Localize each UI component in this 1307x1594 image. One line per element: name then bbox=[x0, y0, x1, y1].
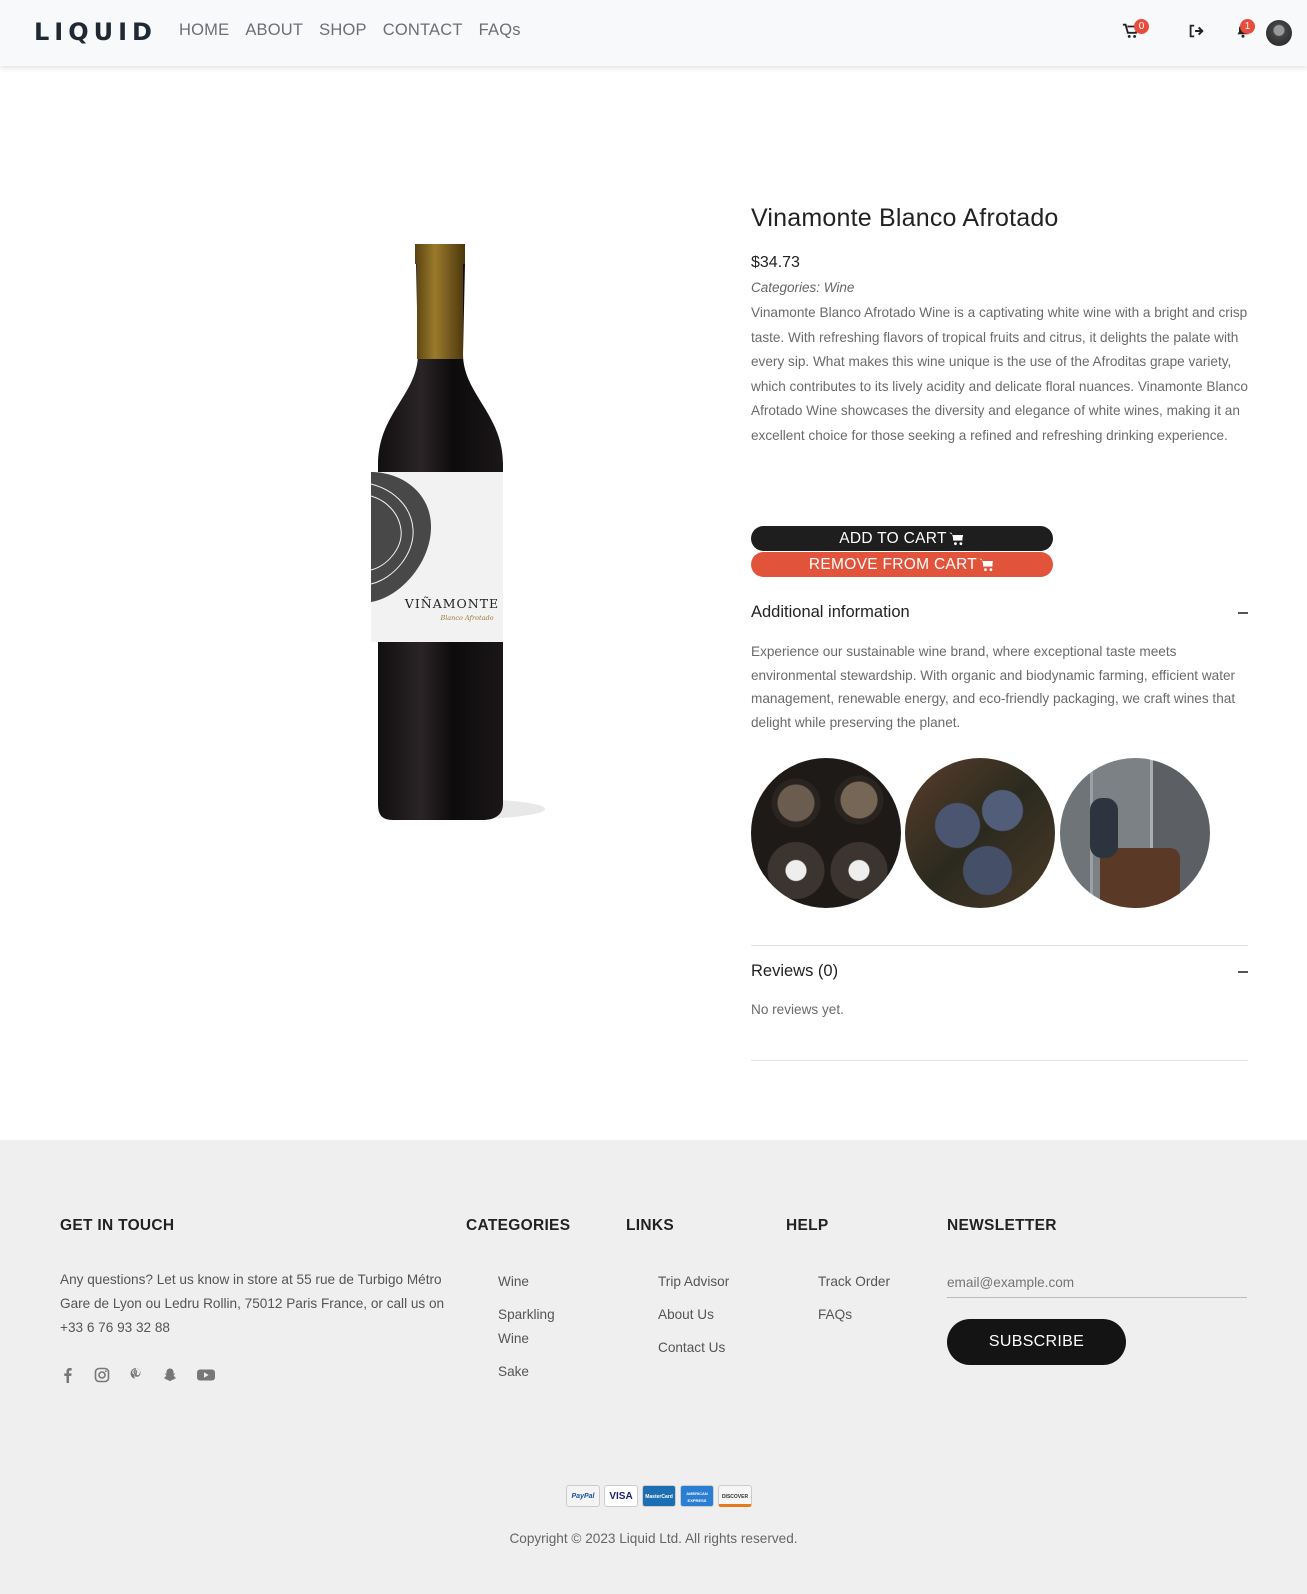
footer-link-sake[interactable]: Sake bbox=[498, 1360, 588, 1384]
product-image: VIÑAMONTE Blanco Afrotado bbox=[355, 244, 555, 844]
label-sub: Blanco Afrotado bbox=[439, 614, 493, 622]
visa-icon: VISA bbox=[604, 1485, 638, 1507]
instagram-icon[interactable] bbox=[94, 1367, 110, 1383]
pinterest-icon[interactable] bbox=[128, 1367, 144, 1383]
winemakers-image bbox=[1060, 758, 1210, 908]
label-brand: VIÑAMONTE bbox=[404, 596, 499, 611]
newsletter-email-input[interactable] bbox=[947, 1268, 1247, 1298]
amex-icon: AMERICAN EXPRESS bbox=[680, 1485, 714, 1507]
barrels-image bbox=[751, 758, 901, 908]
product-title: Vinamonte Blanco Afrotado bbox=[751, 204, 1059, 232]
logo[interactable]: LIQUID bbox=[34, 18, 157, 46]
footer-link-about-us[interactable]: About Us bbox=[658, 1303, 729, 1327]
product-description: Vinamonte Blanco Afrotado Wine is a capt… bbox=[751, 305, 1248, 443]
links-list: Trip Advisor About Us Contact Us bbox=[658, 1270, 729, 1369]
categories-heading: CATEGORIES bbox=[466, 1217, 571, 1234]
payment-methods: PayPal VISA MasterCard AMERICAN EXPRESS … bbox=[566, 1485, 752, 1507]
footer-link-wine[interactable]: Wine bbox=[498, 1270, 588, 1294]
footer-link-track-order[interactable]: Track Order bbox=[818, 1270, 890, 1294]
add-to-cart-label: ADD TO CART bbox=[839, 530, 947, 547]
footer-link-trip-advisor[interactable]: Trip Advisor bbox=[658, 1270, 729, 1294]
site-header: LIQUID HOME ABOUT SHOP CONTACT FAQs 0 1 bbox=[0, 0, 1307, 66]
categories-list: Wine Sparkling Wine Sake bbox=[498, 1270, 588, 1393]
nav-home[interactable]: HOME bbox=[179, 21, 229, 40]
divider bbox=[751, 945, 1248, 946]
youtube-icon[interactable] bbox=[196, 1367, 216, 1383]
footer-link-sparkling-wine[interactable]: Sparkling Wine bbox=[498, 1303, 588, 1351]
cart-icon bbox=[979, 558, 994, 571]
newsletter-heading: NEWSLETTER bbox=[947, 1217, 1057, 1234]
additional-info-text: Experience our sustainable wine brand, w… bbox=[751, 644, 1236, 730]
no-reviews-text: No reviews yet. bbox=[751, 1002, 844, 1017]
get-in-touch-heading: GET IN TOUCH bbox=[60, 1217, 175, 1234]
help-list: Track Order FAQs bbox=[818, 1270, 890, 1336]
main-nav: HOME ABOUT SHOP CONTACT FAQs bbox=[179, 21, 521, 40]
additional-info-title: Additional information bbox=[751, 603, 910, 621]
reviews-title: Reviews (0) bbox=[751, 962, 839, 980]
avatar[interactable] bbox=[1266, 20, 1292, 46]
snapchat-icon[interactable] bbox=[162, 1367, 178, 1383]
facebook-icon[interactable] bbox=[60, 1367, 76, 1383]
logo-text: LIQUID bbox=[34, 18, 157, 46]
cart-count-badge: 0 bbox=[1134, 19, 1149, 34]
nav-faqs[interactable]: FAQs bbox=[479, 21, 521, 40]
product-categories: Categories: Wine bbox=[751, 280, 855, 295]
nav-contact[interactable]: CONTACT bbox=[383, 21, 463, 40]
subscribe-button[interactable]: SUBSCRIBE bbox=[947, 1319, 1126, 1365]
minus-icon bbox=[1238, 611, 1248, 614]
grapes-image bbox=[905, 758, 1055, 908]
discover-icon: DISCOVER bbox=[718, 1485, 752, 1507]
reviews-toggle[interactable]: Reviews (0) bbox=[751, 962, 1248, 981]
help-heading: HELP bbox=[786, 1217, 829, 1234]
additional-info-toggle[interactable]: Additional information bbox=[751, 603, 1248, 622]
mastercard-icon: MasterCard bbox=[642, 1485, 676, 1507]
divider bbox=[751, 1060, 1248, 1061]
footer-link-contact-us[interactable]: Contact Us bbox=[658, 1336, 729, 1360]
nav-shop[interactable]: SHOP bbox=[319, 21, 367, 40]
copyright: Copyright © 2023 Liquid Ltd. All rights … bbox=[509, 1531, 798, 1546]
add-to-cart-button[interactable]: ADD TO CART bbox=[751, 526, 1053, 551]
links-heading: LINKS bbox=[626, 1217, 674, 1234]
logout-icon[interactable] bbox=[1187, 22, 1207, 42]
product-price: $34.73 bbox=[751, 254, 800, 271]
contact-text: Any questions? Let us know in store at 5… bbox=[60, 1272, 445, 1335]
footer-link-faqs[interactable]: FAQs bbox=[818, 1303, 890, 1327]
paypal-icon: PayPal bbox=[566, 1485, 600, 1507]
notification-count-badge: 1 bbox=[1240, 19, 1255, 34]
nav-about[interactable]: ABOUT bbox=[245, 21, 303, 40]
remove-from-cart-label: REMOVE FROM CART bbox=[808, 556, 978, 573]
minus-icon bbox=[1238, 970, 1248, 973]
remove-from-cart-button[interactable]: REMOVE FROM CART bbox=[751, 552, 1053, 577]
cart-icon bbox=[948, 532, 963, 545]
social-links bbox=[60, 1367, 216, 1383]
